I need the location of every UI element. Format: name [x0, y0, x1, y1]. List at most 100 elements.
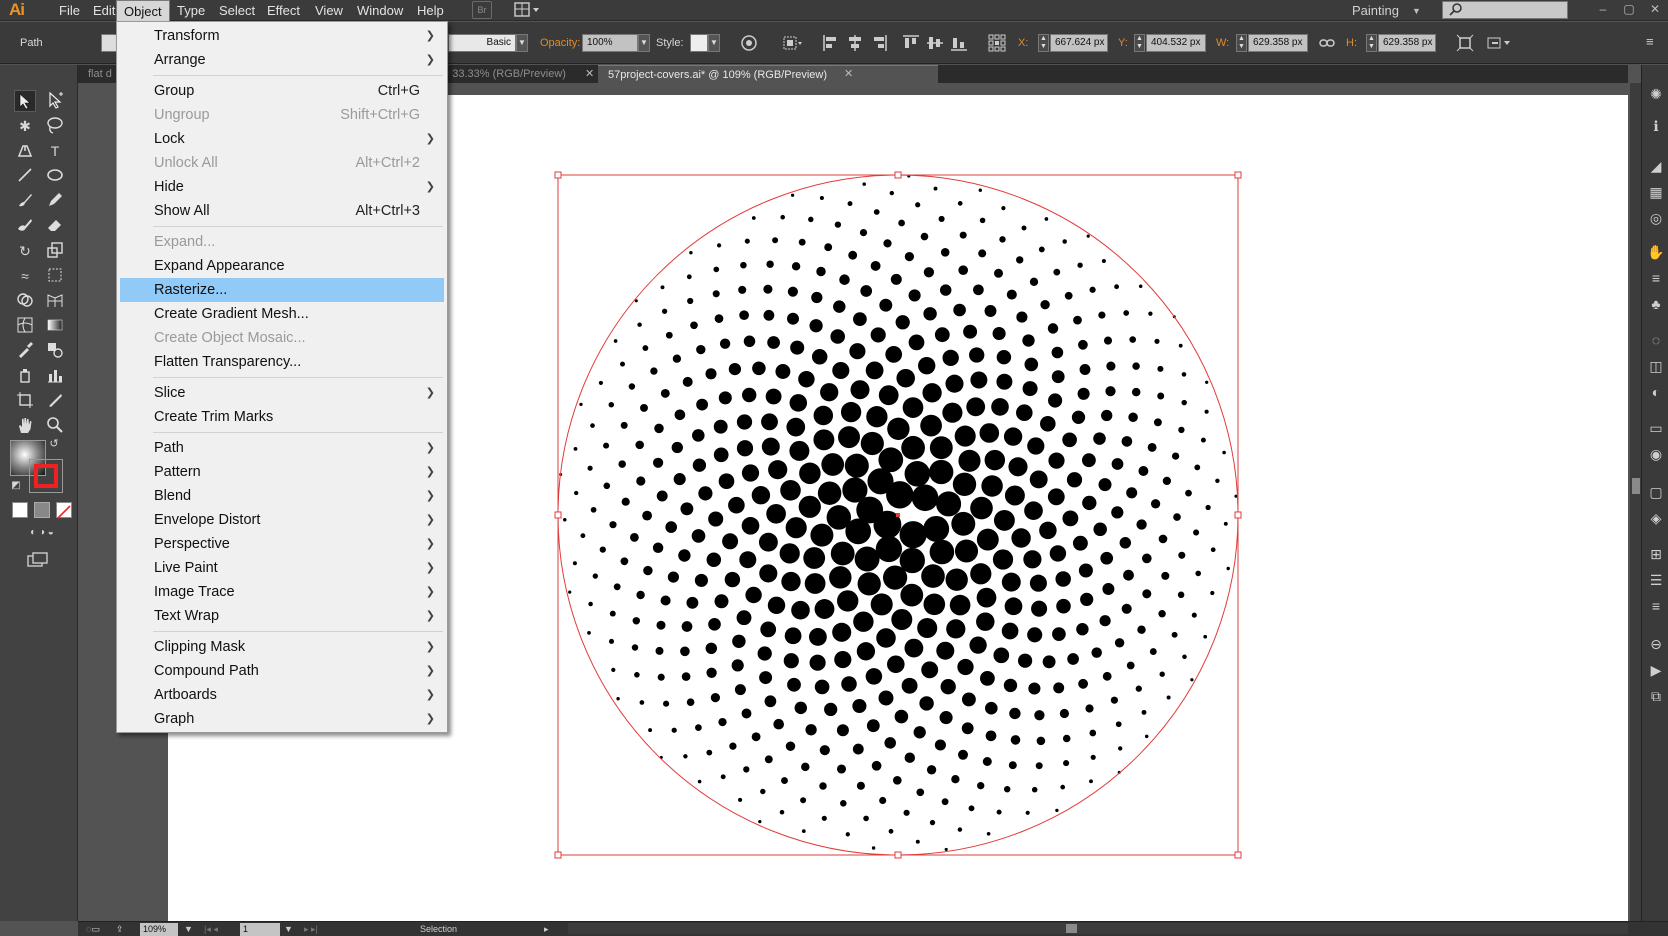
close-tab-icon[interactable]: ✕: [585, 65, 594, 83]
chevron-down-icon[interactable]: ▼: [1412, 6, 1421, 16]
menu-item-rasterize[interactable]: Rasterize...: [120, 278, 444, 302]
menu-item-create-gradient-mesh[interactable]: Create Gradient Mesh...: [120, 302, 444, 326]
open-icon[interactable]: ⇪: [116, 922, 124, 936]
zoom-tool-icon[interactable]: [44, 415, 66, 437]
horizontal-scrollbar[interactable]: [568, 923, 1628, 934]
menu-item-compound-path[interactable]: Compound Path ❯: [120, 659, 444, 683]
rotate-tool-icon[interactable]: ↻: [14, 240, 36, 262]
menu-item-path[interactable]: Path ❯: [120, 436, 444, 460]
default-fill-stroke-icon[interactable]: ◩: [8, 479, 24, 493]
panel-menu-icon[interactable]: ≡: [1646, 34, 1664, 52]
height-field[interactable]: 629.358 px: [1378, 34, 1436, 52]
menu-type[interactable]: Type: [170, 0, 212, 21]
maximize-icon[interactable]: ▢: [1616, 0, 1642, 19]
appearance-panel-icon[interactable]: ◎: [1647, 209, 1665, 227]
menu-item-slice[interactable]: Slice ❯: [120, 381, 444, 405]
bounding-box-handle[interactable]: [1234, 851, 1242, 859]
pen-tool-icon[interactable]: [14, 140, 36, 162]
menu-item-create-object-mosaic[interactable]: Create Object Mosaic...: [120, 326, 444, 350]
y-field[interactable]: 404.532 px: [1146, 34, 1206, 52]
swap-fill-stroke-icon[interactable]: ↺: [46, 437, 62, 451]
layers-panel-icon[interactable]: ◈: [1647, 509, 1665, 527]
menu-item-arrange[interactable]: Arrange ❯: [120, 48, 444, 72]
menu-item-clipping-mask[interactable]: Clipping Mask ❯: [120, 635, 444, 659]
brush-dropdown[interactable]: ▼: [516, 34, 528, 52]
align-right-icon[interactable]: [870, 34, 888, 52]
bounding-box-handle[interactable]: [554, 511, 562, 519]
minimize-icon[interactable]: –: [1590, 0, 1616, 19]
menu-item-expand-appearance[interactable]: Expand Appearance: [120, 254, 444, 278]
stroke-swatch[interactable]: [29, 459, 63, 493]
paintbrush-tool-icon[interactable]: [14, 190, 36, 212]
y-stepper[interactable]: ▲ ▼: [1134, 34, 1145, 52]
menu-item-transform[interactable]: Transform ❯: [120, 24, 444, 48]
menu-item-artboards[interactable]: Artboards ❯: [120, 683, 444, 707]
artboard-number-field[interactable]: 1: [240, 923, 280, 936]
vertical-scrollbar-thumb[interactable]: [1632, 478, 1640, 494]
brushes-panel-icon[interactable]: ✋: [1647, 243, 1665, 261]
magic-wand-tool-icon[interactable]: ✱: [14, 115, 36, 137]
width-stepper[interactable]: ▲ ▼: [1236, 34, 1247, 52]
transform-icon[interactable]: [1456, 34, 1474, 52]
blend-tool-icon[interactable]: [44, 340, 66, 362]
menu-item-ungroup[interactable]: Ungroup Shift+Ctrl+G: [120, 103, 444, 127]
gradient-panel-icon[interactable]: ◐: [1647, 383, 1665, 401]
x-stepper[interactable]: ▲ ▼: [1038, 34, 1049, 52]
free-transform-tool-icon[interactable]: [44, 265, 66, 287]
horizontal-scrollbar-thumb[interactable]: [1066, 924, 1077, 933]
selection-tool-icon[interactable]: [14, 90, 36, 112]
menu-item-group[interactable]: Group Ctrl+G: [120, 79, 444, 103]
menu-item-image-trace[interactable]: Image Trace ❯: [120, 580, 444, 604]
close-icon[interactable]: ✕: [1642, 0, 1668, 19]
first-artboard-icon[interactable]: |◂ ◂: [204, 922, 218, 936]
slice-tool-icon[interactable]: [44, 390, 66, 412]
paragraph-panel-icon[interactable]: ≡: [1647, 597, 1665, 615]
menu-view[interactable]: View: [308, 0, 350, 21]
style-dropdown[interactable]: ▼: [708, 34, 720, 52]
reference-point-icon[interactable]: [988, 34, 1006, 52]
fill-color-icon[interactable]: [101, 34, 117, 52]
zoom-dropdown[interactable]: ▼: [184, 922, 193, 936]
color-guide-icon[interactable]: ◢: [1647, 157, 1665, 175]
vertical-scrollbar[interactable]: [1630, 83, 1641, 921]
bounding-box-handle[interactable]: [1234, 171, 1242, 179]
type-tool-icon[interactable]: T: [44, 140, 66, 162]
width-field[interactable]: 629.358 px: [1248, 34, 1308, 52]
artboards-panel-icon[interactable]: ▢: [1647, 483, 1665, 501]
align-bottom-icon[interactable]: [950, 34, 968, 52]
width-tool-icon[interactable]: ≈: [14, 265, 36, 287]
menu-select[interactable]: Select: [212, 0, 262, 21]
navigator-panel-icon[interactable]: ⧉: [1647, 687, 1665, 705]
shape-builder-tool-icon[interactable]: [14, 290, 36, 312]
menu-window[interactable]: Window: [350, 0, 410, 21]
gradient-tool-icon[interactable]: [44, 315, 66, 337]
artboard-tool-icon[interactable]: [14, 390, 36, 412]
bounding-box-handle[interactable]: [894, 851, 902, 859]
align-to-icon[interactable]: [782, 34, 802, 52]
menu-item-lock[interactable]: Lock ❯: [120, 127, 444, 151]
isolate-object-icon[interactable]: [1486, 34, 1510, 52]
swatches-panel-icon[interactable]: ▦: [1647, 183, 1665, 201]
menu-item-flatten-transparency[interactable]: Flatten Transparency...: [120, 350, 444, 374]
transparency-panel-icon[interactable]: ◫: [1647, 357, 1665, 375]
next-artboard-icon[interactable]: ▸ ▸|: [304, 922, 318, 936]
perspective-grid-tool-icon[interactable]: [44, 290, 66, 312]
gradient-mode-icon[interactable]: [34, 502, 50, 518]
screen-mode-icon[interactable]: [26, 551, 50, 573]
menu-item-live-paint[interactable]: Live Paint ❯: [120, 556, 444, 580]
symbols-panel-icon[interactable]: ♣: [1647, 295, 1665, 313]
info-panel-icon[interactable]: ℹ: [1647, 117, 1665, 135]
character-panel-icon[interactable]: ☰: [1647, 571, 1665, 589]
align-left-icon[interactable]: [822, 34, 840, 52]
opacity-dropdown[interactable]: ▼: [638, 34, 650, 52]
opacity-label[interactable]: Opacity:: [540, 22, 580, 64]
bounding-box-handle[interactable]: [554, 851, 562, 859]
bridge-button[interactable]: Br: [472, 1, 492, 19]
scale-tool-icon[interactable]: [44, 240, 66, 262]
tab-57project-covers[interactable]: 57project-covers.ai* @ 109% (RGB/Preview…: [598, 65, 938, 83]
bounding-box-handle[interactable]: [894, 171, 902, 179]
actions-panel-icon[interactable]: ▶: [1647, 661, 1665, 679]
links-panel-icon[interactable]: ⊖: [1647, 635, 1665, 653]
transform-panel-icon[interactable]: ▭: [1647, 419, 1665, 437]
eraser-tool-icon[interactable]: [44, 215, 66, 237]
